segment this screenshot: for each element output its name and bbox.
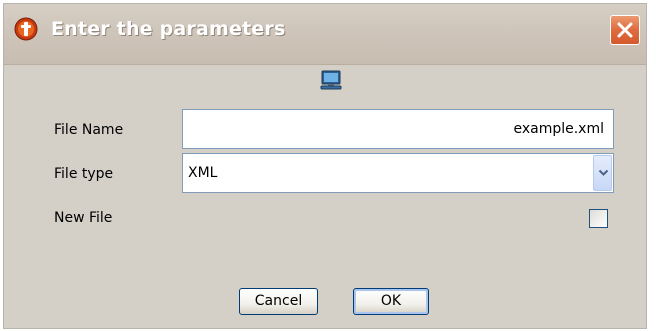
ok-button[interactable]: OK <box>353 288 429 315</box>
close-button[interactable] <box>610 15 640 45</box>
new-file-checkbox[interactable] <box>589 209 608 228</box>
computer-icon <box>320 70 342 90</box>
title-bar[interactable]: Enter the parameters <box>4 4 646 65</box>
app-icon <box>14 17 38 41</box>
dialog-body: File Name example.xml File type XML New … <box>8 65 642 324</box>
cancel-button[interactable]: Cancel <box>239 288 318 315</box>
file-name-value: example.xml <box>513 121 604 137</box>
file-type-value: XML <box>188 165 218 181</box>
file-name-field[interactable]: example.xml <box>182 109 614 149</box>
file-name-label: File Name <box>54 122 124 138</box>
new-file-label: New File <box>54 210 113 226</box>
file-type-select[interactable]: XML <box>182 153 614 193</box>
dialog-title: Enter the parameters <box>51 18 286 40</box>
dialog-window: Enter the parameters File Name example.x… <box>3 3 647 329</box>
file-type-label: File type <box>54 166 114 182</box>
file-type-dropdown-button[interactable] <box>593 155 612 191</box>
